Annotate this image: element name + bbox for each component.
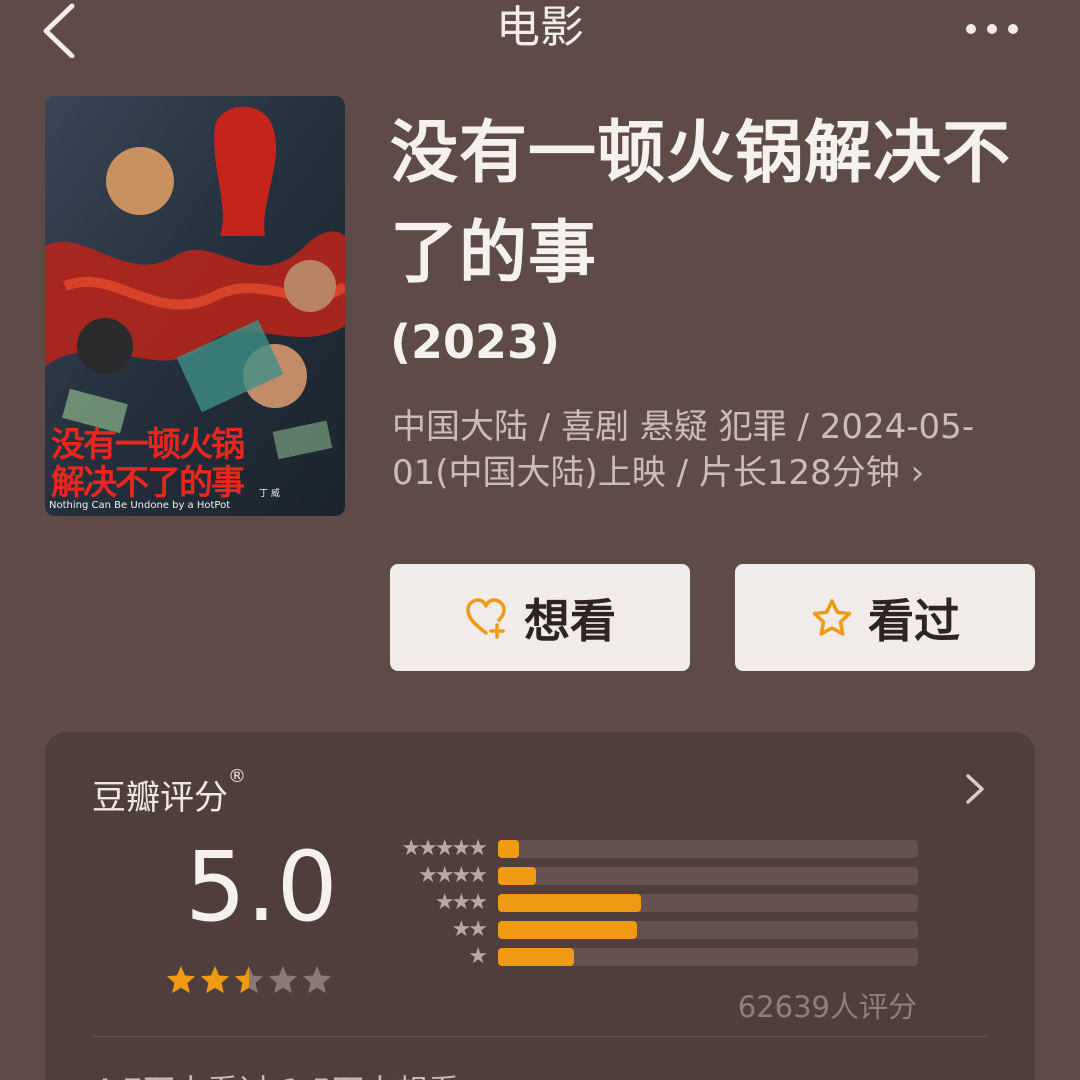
watch-stats: 4.7万人看过 1.5万人想看 bbox=[92, 1066, 460, 1080]
rating-section-title-text: 豆瓣评分 bbox=[92, 778, 228, 818]
movie-year: (2023) bbox=[390, 315, 561, 369]
more-icon-dot bbox=[966, 24, 976, 34]
rating-section-title: 豆瓣评分® bbox=[92, 766, 246, 819]
want-to-watch-label: 想看 bbox=[524, 593, 616, 648]
rating-bar-stars: ★ bbox=[468, 944, 488, 969]
poster-credit: 丁 威 bbox=[259, 489, 280, 499]
movie-detail-page: 电影 没有一顿火锅解决不了的事 Nothing Can Be Undone by… bbox=[0, 0, 1080, 1080]
rating-bar-stars: ★★★★★ bbox=[401, 836, 488, 861]
rating-bar-fill bbox=[498, 894, 641, 912]
rating-bar-fill bbox=[498, 840, 519, 858]
rating-star-icon bbox=[235, 966, 263, 993]
more-button[interactable] bbox=[966, 24, 1018, 34]
rating-bar-row: ★★★★ bbox=[375, 863, 918, 888]
movie-poster[interactable]: 没有一顿火锅解决不了的事 Nothing Can Be Undone by a … bbox=[45, 96, 345, 516]
rating-bar-fill bbox=[498, 921, 637, 939]
more-icon-dot bbox=[1008, 24, 1018, 34]
rating-bar-stars: ★★★★ bbox=[418, 863, 488, 888]
star-outline-icon bbox=[812, 598, 852, 636]
rating-count: 62639人评分 bbox=[737, 990, 917, 1024]
rating-bar-fill bbox=[498, 948, 574, 966]
page-title: 电影 bbox=[496, 2, 584, 53]
rating-bar-stars: ★★★ bbox=[434, 890, 488, 915]
rating-star-icon bbox=[303, 966, 331, 993]
rating-bar-stars: ★★ bbox=[451, 917, 488, 942]
registered-mark: ® bbox=[228, 766, 246, 787]
poster-title-art: 没有一顿火锅解决不了的事 bbox=[51, 425, 245, 503]
watched-button[interactable]: 看过 bbox=[735, 564, 1035, 671]
rating-bar-fill bbox=[498, 867, 536, 885]
poster-english-title: Nothing Can Be Undone by a HotPot bbox=[49, 500, 231, 511]
rating-card[interactable]: 豆瓣评分® 5.0 ★★★★★★★★★★★★★★★ 62639人评分 4.7万人… bbox=[45, 732, 1035, 1080]
rating-score: 5.0 bbox=[185, 831, 338, 943]
rating-bar-track bbox=[498, 867, 918, 885]
chevron-right-icon: › bbox=[910, 453, 925, 493]
movie-meta-info[interactable]: 中国大陆 / 喜剧 悬疑 犯罪 / 2024-05-01(中国大陆)上映 / 片… bbox=[392, 404, 1052, 496]
rating-star-icon bbox=[167, 966, 195, 993]
rating-stars bbox=[165, 964, 333, 996]
movie-title: 没有一顿火锅解决不了的事 bbox=[390, 114, 1012, 293]
more-icon-dot bbox=[987, 24, 997, 34]
rating-bar-row: ★★ bbox=[375, 917, 918, 942]
rating-bar-track bbox=[498, 921, 918, 939]
chevron-right-icon[interactable] bbox=[963, 772, 987, 806]
movie-meta-text: 中国大陆 / 喜剧 悬疑 犯罪 / 2024-05-01(中国大陆)上映 / 片… bbox=[392, 407, 975, 493]
rating-star-icon bbox=[201, 966, 229, 993]
rating-bar-track bbox=[498, 948, 918, 966]
rating-bar-row: ★ bbox=[375, 944, 918, 969]
heart-plus-icon bbox=[466, 597, 506, 639]
want-to-watch-button[interactable]: 想看 bbox=[390, 564, 690, 671]
rating-bar-row: ★★★★★ bbox=[375, 836, 918, 861]
watched-label: 看过 bbox=[868, 593, 960, 648]
divider bbox=[92, 1036, 988, 1037]
rating-bar-track bbox=[498, 894, 918, 912]
rating-star-icon bbox=[269, 966, 297, 993]
rating-bar-row: ★★★ bbox=[375, 890, 918, 915]
rating-bar-track bbox=[498, 840, 918, 858]
